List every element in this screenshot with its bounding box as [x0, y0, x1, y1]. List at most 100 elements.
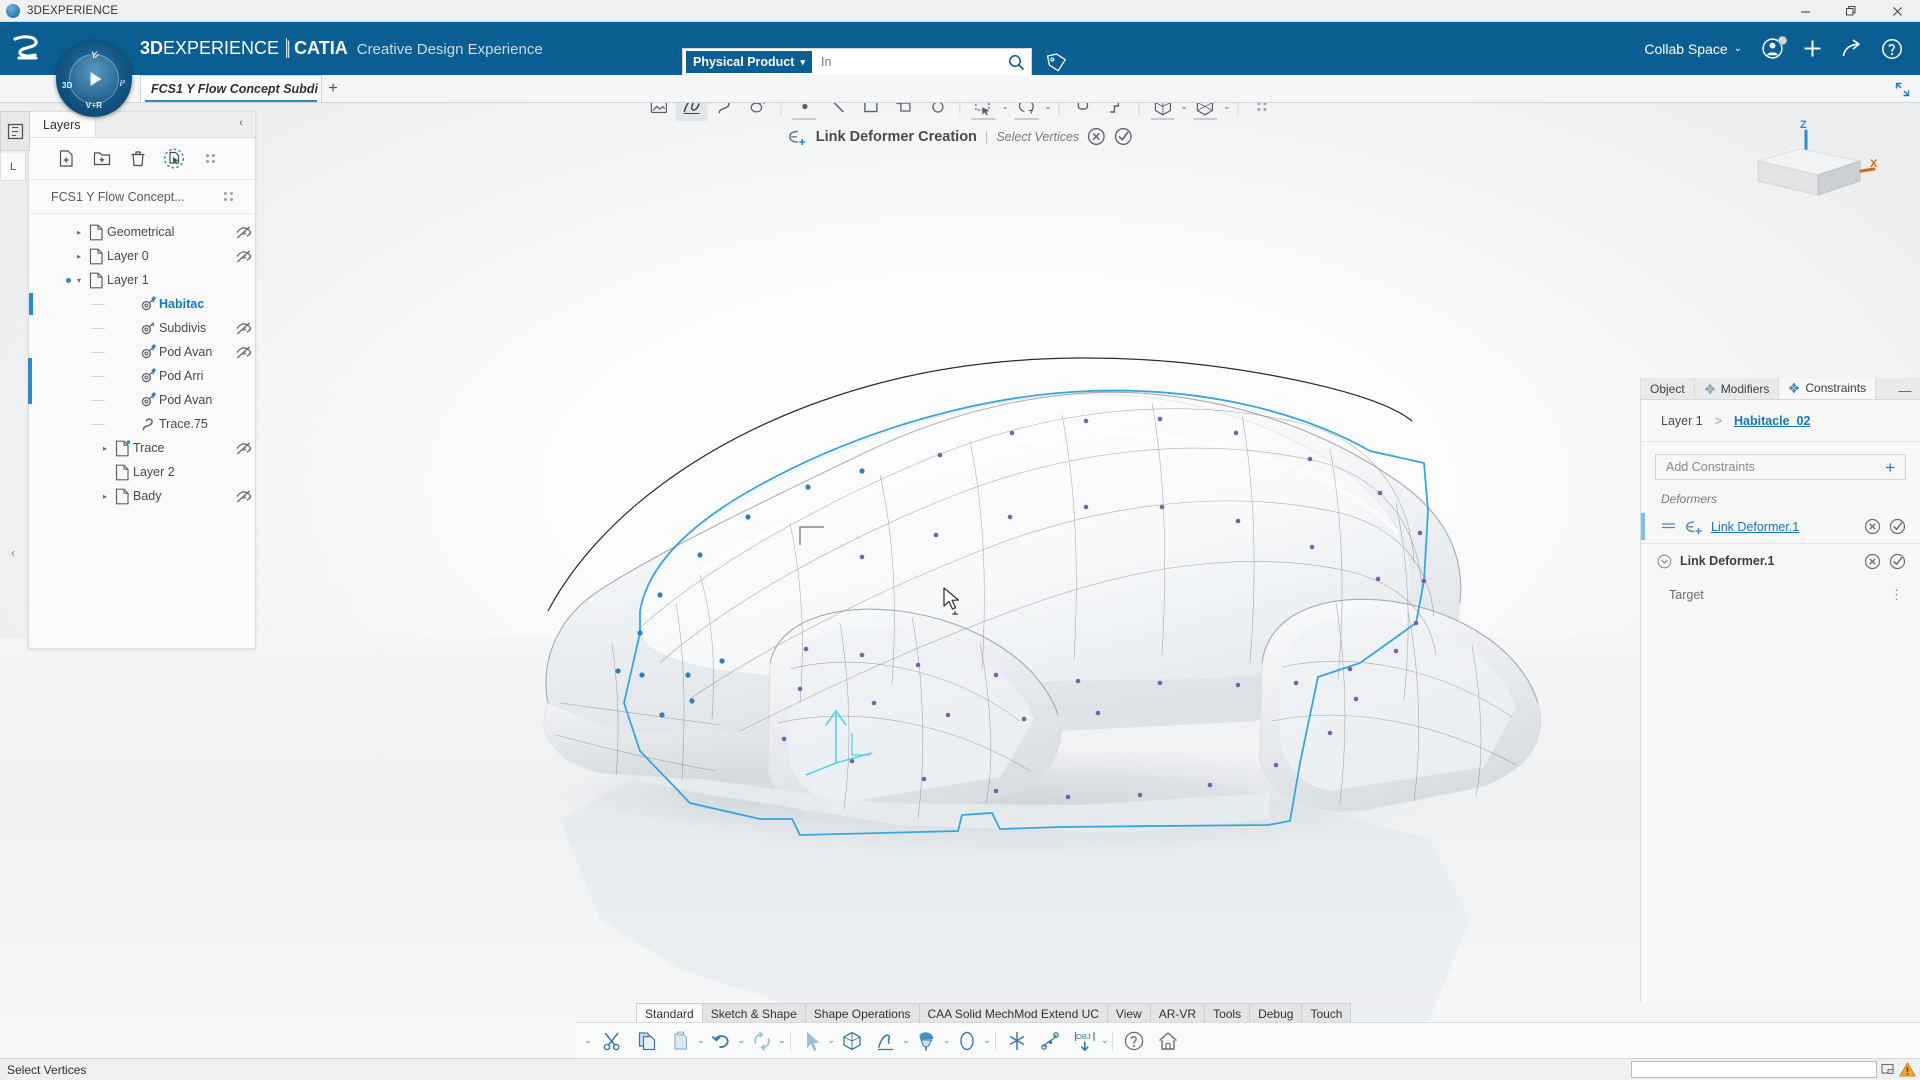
layer-tree-row[interactable]: ▾ Layer 1	[29, 268, 255, 292]
new-tab-button[interactable]: +	[322, 75, 344, 102]
document-tab[interactable]: FCS1 Y Flow Concept Subdi	[140, 75, 322, 102]
curve-node-icon[interactable]	[1034, 1025, 1068, 1057]
layer-tree-row[interactable]: Trace.75	[29, 412, 255, 436]
copy-icon[interactable]	[630, 1025, 664, 1057]
window-restore-icon[interactable]	[1880, 1062, 1896, 1077]
confirm-check-icon[interactable]	[1114, 127, 1133, 146]
layer-tree-row[interactable]: Pod Avan	[29, 388, 255, 412]
hidden-eye-icon[interactable]	[233, 442, 255, 455]
move-to-layer-icon[interactable]	[161, 146, 187, 172]
layers-side-tab[interactable]: L	[0, 153, 26, 181]
add-constraints-field[interactable]: Add Constraints +	[1655, 454, 1906, 480]
view-cube[interactable]: Z X	[1748, 117, 1878, 207]
chevron-down-icon[interactable]: ⌄	[1044, 103, 1052, 112]
polygon-point-icon[interactable]	[887, 103, 919, 121]
layers-root-row[interactable]: FCS1 Y Flow Concept...	[29, 180, 255, 214]
search-type-dropdown[interactable]: Physical Product ▾	[686, 51, 812, 73]
pen-sketch-icon[interactable]	[869, 1025, 903, 1057]
expand-icon[interactable]	[1892, 79, 1912, 99]
user-account-icon[interactable]	[1754, 31, 1790, 67]
chevron-down-icon[interactable]: ⌄	[1101, 1035, 1109, 1046]
chevron-down-icon[interactable]: ▾	[73, 276, 85, 285]
chevron-down-icon[interactable]: ⌄	[983, 1035, 991, 1046]
chevron-right-icon[interactable]: ▸	[73, 228, 85, 237]
select-marquee-icon[interactable]	[967, 103, 999, 121]
workbench-tab[interactable]: View	[1106, 1003, 1151, 1024]
confirm-check-icon[interactable]	[1889, 553, 1906, 570]
confirm-check-icon[interactable]	[1889, 518, 1906, 535]
chevron-down-icon[interactable]: ⌄	[828, 1035, 836, 1046]
workbench-tab[interactable]: Sketch & Shape	[701, 1003, 806, 1024]
tag-icon[interactable]	[1044, 50, 1070, 76]
row-grip-icon[interactable]	[224, 192, 233, 201]
breadcrumb-current[interactable]: Habitacle_02	[1734, 414, 1810, 428]
chevron-right-icon[interactable]: ▸	[73, 252, 85, 261]
select-arrow-icon[interactable]	[795, 1025, 829, 1057]
rectangle-icon[interactable]	[854, 103, 886, 121]
add-constraint-plus-icon[interactable]: +	[1885, 459, 1895, 476]
global-search[interactable]: Physical Product ▾	[682, 48, 1032, 76]
chevron-down-icon[interactable]: ⌄	[1181, 103, 1189, 112]
target-menu-icon[interactable]: ⋮	[1890, 587, 1920, 603]
surface-sketch-icon[interactable]	[741, 103, 773, 121]
cancel-circle-icon[interactable]	[1087, 127, 1106, 146]
delete-layer-icon[interactable]	[125, 146, 151, 172]
layer-tree-row[interactable]: ▸ Layer 0	[29, 244, 255, 268]
search-icon[interactable]	[1001, 49, 1031, 75]
compass-widget[interactable]: 3D i² Y̷ V+R	[56, 41, 132, 117]
paint-brush-icon[interactable]	[910, 1025, 944, 1057]
hidden-eye-icon[interactable]	[233, 322, 255, 335]
line-icon[interactable]	[821, 103, 853, 121]
workbench-tab[interactable]: Debug	[1249, 1003, 1303, 1024]
layer-tree-row[interactable]: ▸ Geometrical	[29, 220, 255, 244]
layer-tree-row[interactable]: ▸ Bady	[29, 484, 255, 508]
chevron-right-icon[interactable]: ▸	[99, 444, 111, 453]
workbench-tab[interactable]: Shape Operations	[804, 1003, 920, 1024]
toolbar-grip-icon[interactable]	[1246, 103, 1278, 121]
subdivision-body-icon[interactable]	[1147, 103, 1179, 121]
tab-object[interactable]: Object	[1641, 378, 1695, 399]
compass-i2-label[interactable]: i²	[120, 79, 125, 88]
workbench-tab[interactable]: Touch	[1301, 1003, 1352, 1024]
layer-tree-row[interactable]: Pod Avan	[29, 340, 255, 364]
chevron-right-icon[interactable]: ▸	[99, 492, 111, 501]
close-button[interactable]	[1874, 0, 1920, 22]
command-input[interactable]	[1631, 1061, 1877, 1078]
tab-modifiers[interactable]: Modifiers	[1694, 378, 1780, 399]
expand-left-panel-icon[interactable]: ‹	[4, 543, 22, 561]
chevron-down-icon[interactable]: ⌄	[943, 1035, 951, 1046]
chevron-down-icon[interactable]: ⌄	[738, 1035, 746, 1046]
panel-grip-icon[interactable]	[197, 146, 223, 172]
compass-vr-label[interactable]: V+R	[86, 101, 102, 110]
hidden-eye-icon[interactable]	[233, 250, 255, 263]
workbench-tab[interactable]: Tools	[1204, 1003, 1251, 1024]
minimize-button[interactable]	[1782, 0, 1828, 22]
chevron-down-icon[interactable]: ⌄	[902, 1035, 910, 1046]
warning-triangle-icon[interactable]	[1899, 1062, 1916, 1077]
hidden-eye-icon[interactable]	[233, 346, 255, 359]
toolbar-overflow-icon[interactable]: ⌄	[580, 1023, 596, 1059]
workbench-tab[interactable]: AR-VR	[1149, 1003, 1206, 1024]
spline-curve-icon[interactable]	[708, 103, 740, 121]
cancel-circle-icon[interactable]	[1864, 518, 1881, 535]
home-icon[interactable]	[1151, 1025, 1185, 1057]
layer-tree-row[interactable]: Pod Arri	[29, 364, 255, 388]
new-layer-icon[interactable]	[53, 146, 79, 172]
deformer-list-item[interactable]: Link Deformer.1	[1641, 510, 1920, 544]
image-plane-icon[interactable]	[642, 103, 674, 121]
cancel-circle-icon[interactable]	[1864, 553, 1881, 570]
collab-space-selector[interactable]: Collab Space ⌄	[1644, 41, 1742, 57]
bridge-curve-icon[interactable]	[1067, 103, 1099, 121]
restore-button[interactable]	[1828, 0, 1874, 22]
subdivision-cage-icon[interactable]	[1189, 103, 1221, 121]
redo-refresh-icon[interactable]	[745, 1025, 779, 1057]
drag-handle-icon[interactable]	[1661, 521, 1676, 532]
minimize-panel-button[interactable]: —	[1896, 378, 1914, 400]
target-field-row[interactable]: Target ⋮	[1641, 578, 1920, 612]
paste-icon[interactable]	[664, 1025, 698, 1057]
help-icon[interactable]	[1874, 31, 1910, 67]
obj-export-icon[interactable]: OBJ	[1068, 1025, 1102, 1057]
isolate-box-icon[interactable]	[835, 1025, 869, 1057]
sketch-curve-icon[interactable]	[675, 103, 708, 121]
ellipse-view-icon[interactable]	[950, 1025, 984, 1057]
